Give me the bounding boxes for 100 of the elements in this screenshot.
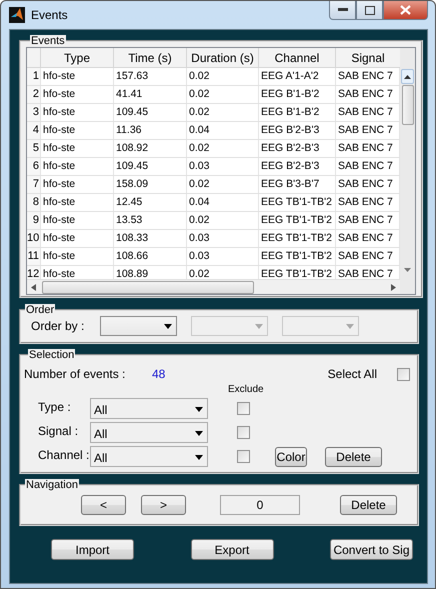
minimize-icon (338, 8, 348, 12)
table-cell: 0.02 (187, 68, 259, 85)
column-header[interactable]: Type (41, 48, 114, 67)
action-button[interactable]: Export (190, 539, 274, 560)
table-cell: EEG TB'1-TB'2 (259, 212, 336, 229)
table-cell: EEG B'2-B'3 (259, 122, 336, 139)
row-number: 12 (27, 266, 41, 279)
exclude-checkbox[interactable] (237, 450, 250, 463)
window-title: Events (31, 8, 68, 22)
table-cell: 11.36 (114, 122, 187, 139)
filter-label: Channel : (37, 448, 90, 462)
row-number: 9 (27, 212, 41, 229)
select-all-label: Select All (328, 367, 377, 381)
column-header[interactable]: Duration (s) (187, 48, 259, 67)
table-cell: EEG TB'1-TB'2 (259, 248, 336, 265)
table-cell: 0.02 (187, 140, 259, 157)
delete-button[interactable]: Delete (340, 495, 397, 515)
scroll-thumb[interactable] (402, 85, 414, 125)
selection-button[interactable]: Delete (325, 447, 382, 467)
column-header[interactable]: Signal (336, 48, 400, 67)
table-cell: hfo-ste (41, 212, 114, 229)
table-cell: 12.45 (114, 194, 187, 211)
table-cell: EEG A'1-A'2 (259, 68, 336, 85)
row-number: 11 (27, 248, 41, 265)
filter-dropdown[interactable]: All (90, 398, 208, 419)
action-button[interactable]: Import (51, 539, 134, 560)
order-by-label: Order by : (31, 319, 86, 333)
table-cell: 0.04 (187, 194, 259, 211)
action-button[interactable]: Convert to Sig (330, 539, 413, 560)
row-number: 8 (27, 194, 41, 211)
select-all-checkbox[interactable] (397, 368, 410, 380)
position-field[interactable]: 0 (220, 495, 300, 515)
app-icon (9, 7, 25, 23)
panel-title: Navigation (25, 479, 79, 491)
exclude-label: Exclude (228, 384, 264, 395)
column-header[interactable]: Time (s) (114, 48, 187, 67)
panel-title: Order (25, 304, 56, 316)
panel-title: Selection (28, 349, 76, 361)
close-button[interactable] (383, 1, 428, 20)
filter-label: Signal : (37, 424, 80, 438)
table-cell: EEG B'2-B'3 (259, 140, 336, 157)
next-button[interactable]: > (141, 495, 186, 515)
row-number: 2 (27, 86, 41, 103)
close-icon (400, 5, 411, 15)
table-cell: EEG B'1-B'2 (259, 104, 336, 121)
horizontal-scrollbar[interactable] (27, 279, 400, 294)
column-header[interactable]: Channel (259, 48, 336, 67)
maximize-icon (364, 6, 374, 14)
maximize-button[interactable] (356, 1, 383, 20)
panel-title: Events (30, 35, 66, 47)
up-arrow-icon (404, 74, 411, 78)
dropdown-arrow-icon (195, 431, 203, 436)
table-cell: 0.02 (187, 86, 259, 103)
table-cell: hfo-ste (41, 230, 114, 247)
table-cell: 157.63 (114, 68, 187, 85)
scroll-down-icon[interactable] (404, 268, 411, 272)
row-number: 5 (27, 140, 41, 157)
table-cell: 109.45 (114, 104, 187, 121)
row-number: 6 (27, 158, 41, 175)
dropdown-arrow-icon (195, 455, 203, 460)
table-cell: hfo-ste (41, 68, 114, 85)
table-cell: 0.03 (187, 158, 259, 175)
exclude-checkbox[interactable] (237, 426, 250, 439)
table-cell: 0.02 (187, 212, 259, 229)
scroll-up-button[interactable] (401, 69, 414, 84)
table-cell: EEG B'3-B'7 (259, 176, 336, 193)
table-cell: 108.92 (114, 140, 187, 157)
previous-button[interactable]: < (81, 495, 126, 515)
table-cell: hfo-ste (41, 122, 114, 139)
table-cell: hfo-ste (41, 140, 114, 157)
table-cell: 108.66 (114, 248, 187, 265)
table-cell: 0.02 (187, 104, 259, 121)
scroll-right-icon[interactable] (391, 284, 396, 290)
table-cell: hfo-ste (41, 158, 114, 175)
row-number: 3 (27, 104, 41, 121)
minimize-button[interactable] (329, 1, 356, 20)
table-cell: 0.04 (187, 122, 259, 139)
row-number: 10 (27, 230, 41, 247)
scroll-thumb[interactable] (42, 280, 254, 294)
vertical-scrollbar[interactable] (400, 48, 415, 294)
table-cell: hfo-ste (41, 248, 114, 265)
count-label: Number of events : (24, 367, 126, 381)
filter-dropdown[interactable]: All (90, 422, 208, 443)
table-cell: 41.41 (114, 86, 187, 103)
order-dropdown[interactable] (100, 316, 177, 336)
event-count: 48 (152, 367, 166, 381)
dropdown-arrow-icon (346, 324, 354, 328)
table-cell: EEG B'2-B'3 (259, 158, 336, 175)
selection-button[interactable]: Color (275, 447, 307, 467)
table-cell: hfo-ste (41, 194, 114, 211)
table-cell: 109.45 (114, 158, 187, 175)
dropdown-arrow-icon (164, 324, 172, 328)
scroll-left-icon[interactable] (31, 284, 36, 290)
dropdown-arrow-icon (255, 324, 263, 328)
exclude-checkbox[interactable] (237, 402, 250, 415)
table-cell: hfo-ste (41, 176, 114, 193)
table-cell: 13.53 (114, 212, 187, 229)
filter-dropdown[interactable]: All (90, 446, 208, 467)
dropdown-arrow-icon (195, 407, 203, 412)
table-cell: hfo-ste (41, 104, 114, 121)
